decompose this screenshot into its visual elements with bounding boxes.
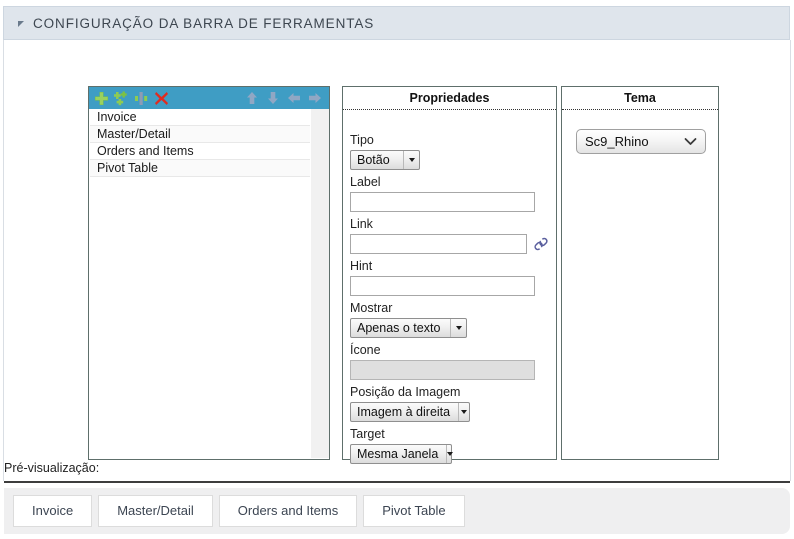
list-item[interactable]: Orders and Items [90, 143, 310, 160]
preview-toolbar: Invoice Master/Detail Orders and Items P… [4, 488, 790, 534]
chevron-down-icon [403, 151, 419, 169]
preview-button[interactable]: Master/Detail [98, 495, 213, 527]
chevron-down-icon [446, 445, 454, 463]
target-select-value: Mesma Janela [357, 447, 439, 461]
properties-panel: Propriedades Tipo Botão Label Link Hint … [342, 86, 557, 464]
mostrar-label: Mostrar [350, 301, 393, 315]
chain-link-icon[interactable] [533, 236, 549, 252]
tipo-label: Tipo [350, 133, 374, 147]
theme-form: Sc9_Rhino [562, 110, 718, 154]
properties-form: Tipo Botão Label Link Hint Mostrar Apena… [343, 110, 556, 464]
items-toolbar [89, 87, 329, 109]
move-down-button[interactable] [264, 89, 281, 107]
items-list-rows: Invoice Master/Detail Orders and Items P… [90, 109, 310, 177]
link-input[interactable] [350, 234, 527, 254]
arrow-left-icon [287, 93, 300, 103]
label-input[interactable] [350, 192, 535, 212]
triangle-collapse-icon[interactable] [18, 21, 24, 27]
arrow-right-icon [308, 93, 321, 103]
tipo-select-value: Botão [357, 153, 390, 167]
link-label: Link [350, 217, 373, 231]
theme-select[interactable]: Sc9_Rhino [576, 129, 706, 154]
hint-input[interactable] [350, 276, 535, 296]
mostrar-select-value: Apenas o texto [357, 321, 441, 335]
posicao-da-imagem-label: Posição da Imagem [350, 385, 461, 399]
target-select[interactable]: Mesma Janela [350, 444, 454, 464]
plus-green-icon [95, 91, 108, 105]
page-root: CONFIGURAÇÃO DA BARRA DE FERRAMENTAS Inv… [0, 0, 794, 539]
tipo-select[interactable]: Botão [350, 150, 420, 170]
icone-label: Ícone [350, 343, 381, 357]
arrow-down-icon [267, 92, 278, 104]
list-item[interactable]: Master/Detail [90, 126, 310, 143]
mostrar-select[interactable]: Apenas o texto [350, 318, 467, 338]
separator-icon [135, 91, 148, 105]
items-toolbar-right-group [243, 87, 323, 109]
theme-panel-title: Tema [562, 87, 718, 110]
section-header[interactable]: CONFIGURAÇÃO DA BARRA DE FERRAMENTAS [3, 6, 790, 40]
theme-panel: Tema Sc9_Rhino [561, 86, 719, 460]
preview-button[interactable]: Invoice [13, 495, 93, 527]
theme-select-value: Sc9_Rhino [585, 134, 649, 149]
preview-divider [4, 481, 790, 483]
close-red-x-icon [155, 91, 168, 105]
move-right-button[interactable] [306, 89, 323, 107]
preview-label: Pré-visualização: [4, 461, 100, 475]
label-label: Label [350, 175, 381, 189]
items-toolbar-left-group [93, 87, 170, 109]
add-group-button[interactable] [113, 89, 130, 107]
posicao-da-imagem-select[interactable]: Imagem à direita [350, 402, 470, 422]
page-title: CONFIGURAÇÃO DA BARRA DE FERRAMENTAS [33, 16, 375, 31]
page-border-right [790, 40, 791, 481]
items-list-scrollbar[interactable] [310, 109, 329, 458]
icone-input [350, 360, 535, 380]
chevron-down-icon [684, 134, 697, 149]
posicao-da-imagem-select-value: Imagem à direita [357, 405, 451, 419]
preview-button[interactable]: Pivot Table [363, 495, 465, 527]
link-row [350, 234, 549, 254]
plus-multiple-green-icon [113, 91, 127, 105]
preview-buttons: Invoice Master/Detail Orders and Items P… [13, 495, 465, 527]
move-left-button[interactable] [285, 89, 302, 107]
arrow-up-icon [246, 92, 257, 104]
preview-button[interactable]: Orders and Items [218, 495, 358, 527]
target-label: Target [350, 427, 385, 441]
add-item-button[interactable] [93, 89, 110, 107]
hint-label: Hint [350, 259, 373, 273]
chevron-down-icon [458, 403, 469, 421]
chevron-down-icon [450, 319, 466, 337]
list-item[interactable]: Pivot Table [90, 160, 310, 177]
work-area: Invoice Master/Detail Orders and Items P… [4, 41, 790, 481]
move-up-button[interactable] [243, 89, 260, 107]
items-list: Invoice Master/Detail Orders and Items P… [90, 109, 329, 458]
add-separator-button[interactable] [133, 89, 150, 107]
toolbar-items-panel: Invoice Master/Detail Orders and Items P… [88, 86, 330, 460]
properties-panel-title: Propriedades [343, 87, 556, 110]
list-item[interactable]: Invoice [90, 109, 310, 126]
delete-item-button[interactable] [153, 89, 170, 107]
